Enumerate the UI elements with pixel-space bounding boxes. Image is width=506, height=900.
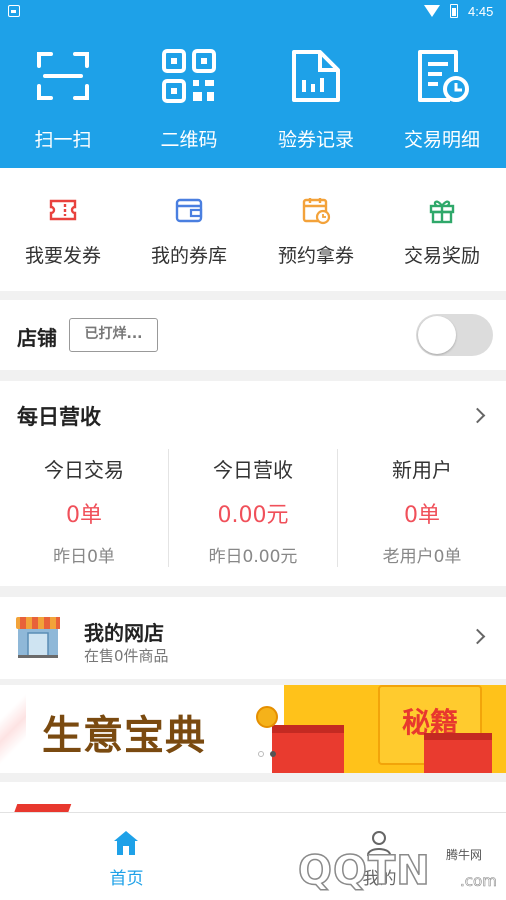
coupon-library-button[interactable]: 我的券库	[126, 168, 252, 291]
chevron-right-icon	[469, 628, 486, 645]
store-icon	[16, 617, 60, 658]
shop-title: 店铺	[17, 326, 57, 350]
watermark: QQTN .com 腾牛网	[292, 842, 502, 898]
home-icon	[114, 831, 138, 855]
gift-box-illustration	[424, 733, 492, 773]
daily-revenue-title: 每日营收	[17, 405, 101, 429]
stat-sub: 昨日0.00元	[208, 547, 298, 567]
stat-today-transactions: 今日交易 0单 昨日0单	[0, 449, 168, 571]
web-shop-title: 我的网店	[84, 621, 164, 645]
qrcode-label: 二维码	[160, 129, 218, 151]
scan-button[interactable]: 扫一扫	[0, 24, 126, 168]
promo-banner[interactable]: 秘籍 生意宝典	[0, 685, 506, 773]
reserve-coupon-button[interactable]: 预约拿券	[253, 168, 379, 291]
wifi-icon	[424, 5, 440, 17]
stat-value: 0单	[404, 503, 440, 528]
banner-title: 生意宝典	[42, 713, 206, 759]
watermark-logo: QQTN	[297, 847, 431, 895]
daily-revenue-card[interactable]: 每日营收 今日交易 0单 昨日0单 今日营收 0.00元 昨日0.00元 新用户…	[0, 381, 506, 586]
coupon-record-label: 验券记录	[277, 129, 354, 151]
carousel-dot[interactable]	[258, 751, 264, 757]
reserve-coupon-label: 预约拿券	[277, 245, 354, 267]
watermark-cn: 腾牛网	[446, 848, 483, 862]
wallet-icon	[175, 198, 203, 223]
stat-heading: 今日交易	[44, 458, 124, 482]
coupon-library-label: 我的券库	[150, 245, 227, 267]
qrcode-button[interactable]: 二维码	[126, 24, 252, 168]
transaction-reward-label: 交易奖励	[403, 245, 480, 267]
stat-value: 0.00元	[217, 503, 289, 528]
stat-sub: 老用户0单	[382, 547, 462, 567]
stat-heading: 新用户	[392, 458, 452, 482]
battery-icon	[450, 4, 458, 18]
gift-box-illustration	[272, 725, 344, 773]
watermark-domain: .com	[460, 872, 497, 891]
stat-heading: 今日营收	[213, 458, 293, 482]
issue-coupon-button[interactable]: 我要发券	[0, 168, 126, 291]
tab-home-label: 首页	[109, 869, 144, 889]
transaction-reward-button[interactable]: 交易奖励	[379, 168, 505, 291]
shop-open-toggle[interactable]	[416, 314, 493, 356]
ticket-icon	[49, 199, 77, 221]
shop-status-tag: 已打烊...	[69, 318, 158, 352]
my-web-shop-row[interactable]: 我的网店 在售0件商品	[0, 597, 506, 679]
coupon-record-button[interactable]: 验券记录	[253, 24, 379, 168]
stat-new-users: 新用户 0单 老用户0单	[338, 449, 506, 571]
stat-today-revenue: 今日营收 0.00元 昨日0.00元	[169, 449, 337, 571]
status-time: 4:45	[468, 4, 494, 19]
tab-home[interactable]: 首页	[0, 813, 253, 900]
qrcode-icon	[162, 49, 216, 103]
app-notification-icon	[8, 5, 20, 17]
top-toolbar: 扫一扫 二维码 验券记录 交易明细	[0, 24, 506, 168]
status-bar: 4:45	[0, 0, 506, 24]
transaction-detail-button[interactable]: 交易明细	[379, 24, 505, 168]
stat-value: 0单	[66, 503, 102, 528]
coin-icon	[256, 706, 278, 728]
scan-icon	[37, 52, 89, 100]
issue-coupon-label: 我要发券	[24, 245, 101, 267]
carousel-dot-active[interactable]	[270, 751, 276, 757]
gift-icon	[429, 200, 455, 224]
shop-status-row: 店铺 已打烊...	[0, 300, 506, 370]
calendar-icon	[302, 198, 331, 225]
scan-label: 扫一扫	[34, 129, 92, 151]
quick-actions: 我要发券 我的券库 预约拿券 交易奖励	[0, 168, 506, 291]
transaction-detail-label: 交易明细	[403, 129, 480, 151]
chevron-right-icon[interactable]	[469, 407, 486, 424]
coupon-record-icon	[292, 50, 340, 102]
stat-sub: 昨日0单	[53, 547, 115, 567]
banner-decoration	[0, 685, 26, 773]
toggle-knob	[418, 316, 456, 354]
web-shop-subtitle: 在售0件商品	[84, 647, 169, 665]
transaction-detail-icon	[418, 50, 469, 102]
